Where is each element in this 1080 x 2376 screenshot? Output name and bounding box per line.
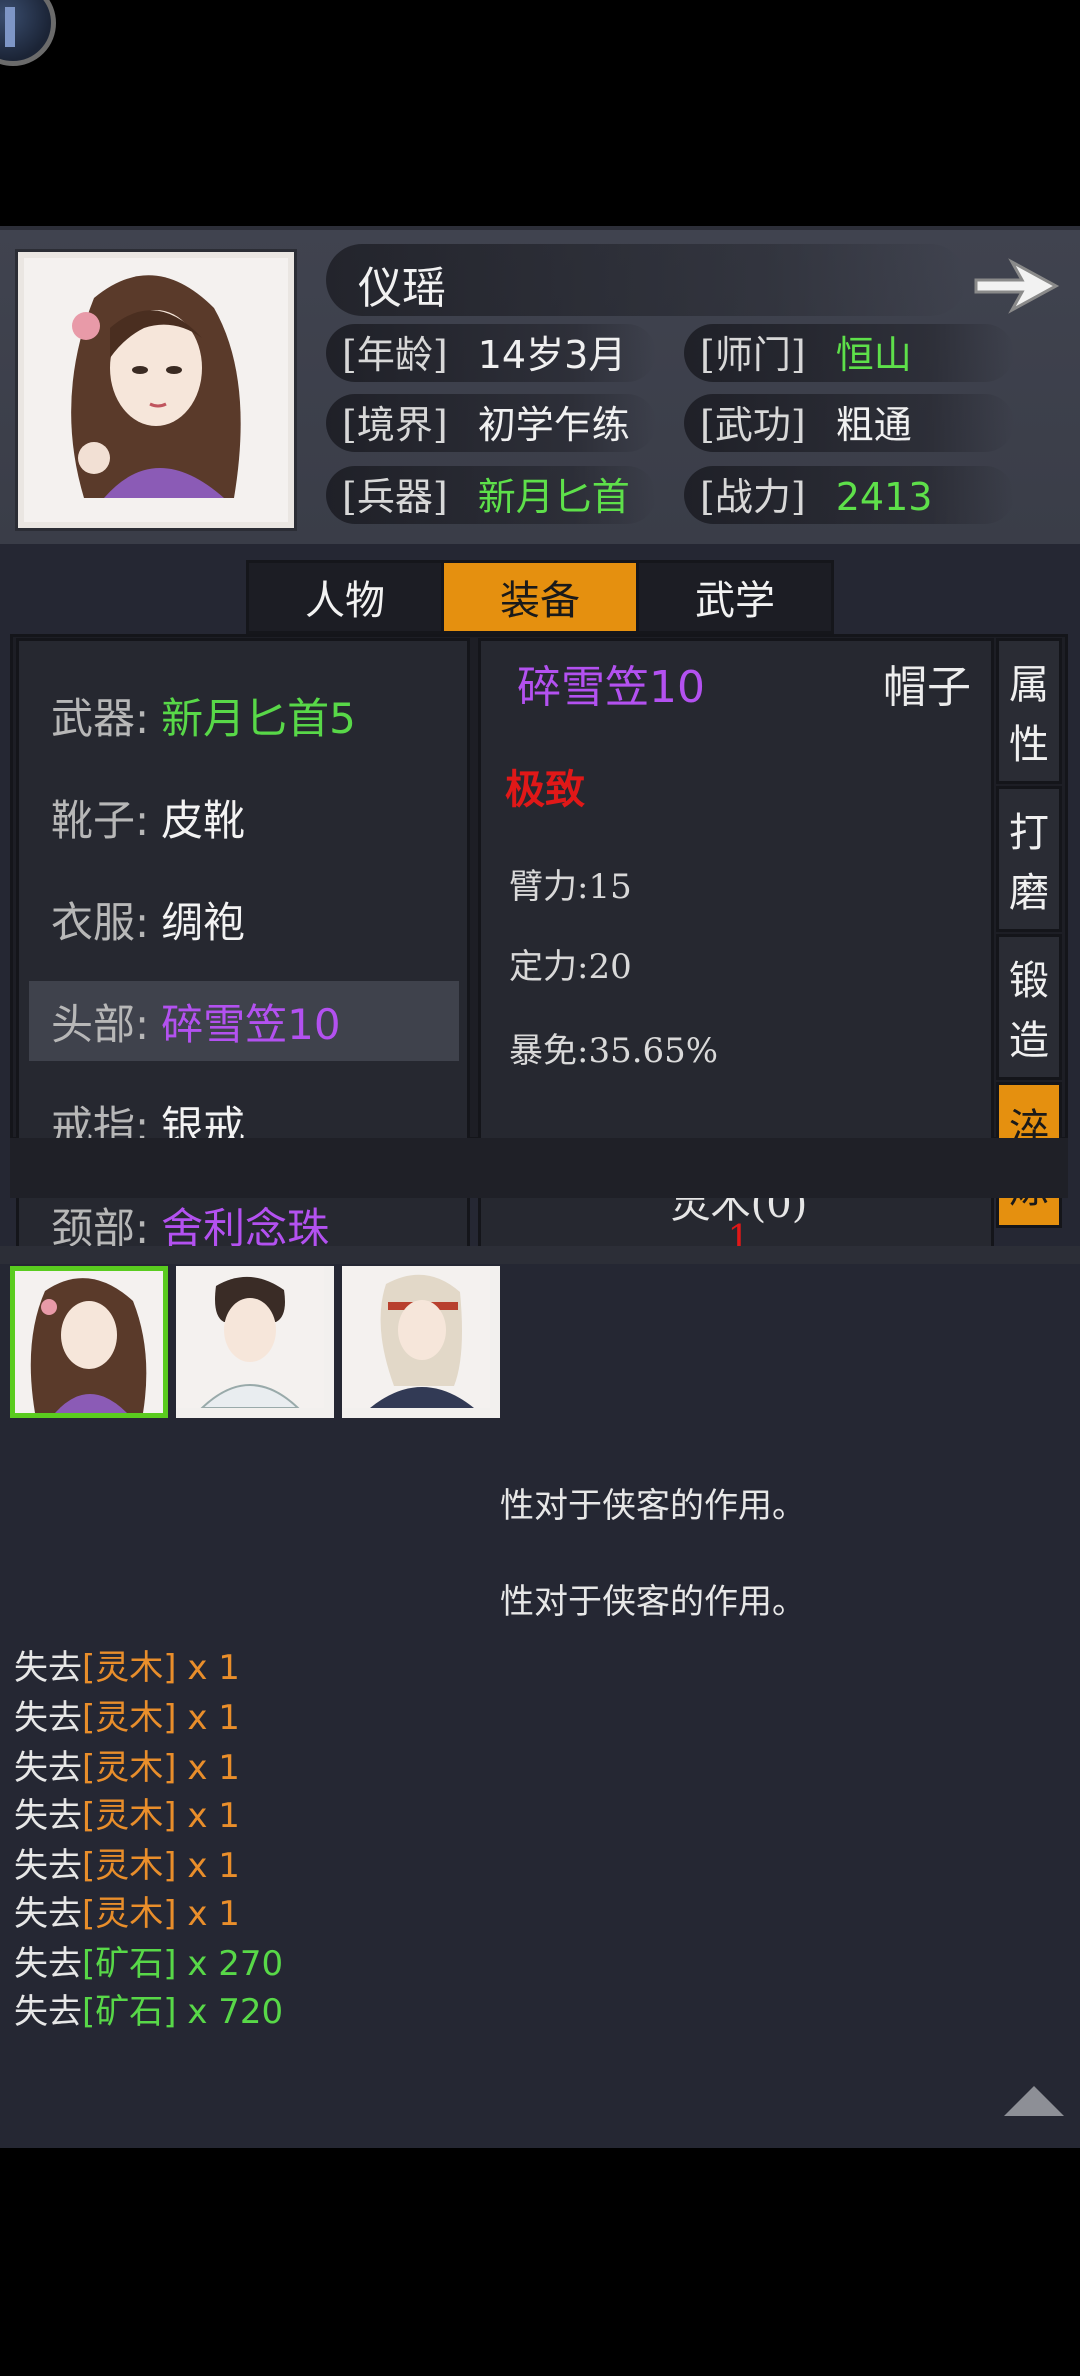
info-row-sect: [师门] 恒山	[700, 324, 912, 386]
age-label: [年龄]	[342, 333, 448, 377]
side-tab-attributes[interactable]: 属 性	[996, 638, 1062, 784]
character-portrait	[18, 252, 294, 528]
log-qty: x 1	[176, 1748, 240, 1788]
tab-equipment[interactable]: 装备	[444, 563, 639, 631]
sect-label: [师门]	[700, 333, 806, 377]
equip-row-boots[interactable]: 靴子: 皮靴	[29, 777, 459, 857]
sect-value: 恒山	[835, 333, 912, 377]
item-stat: 暴免:35.65%	[509, 1031, 719, 1071]
party-avatars	[10, 1266, 500, 1418]
log-prefix: 失去	[14, 1992, 82, 2032]
side-tab-polish[interactable]: 打 磨	[996, 786, 1062, 932]
equip-slot-label: 头部:	[51, 999, 150, 1049]
log-item: [矿石]	[82, 1944, 177, 1984]
tab-character[interactable]: 人物	[249, 563, 444, 631]
log-line: 失去[矿石] x 720	[14, 1984, 283, 2033]
equip-row-clothes[interactable]: 衣服: 绸袍	[29, 879, 459, 959]
log-prefix: 失去	[14, 1648, 82, 1688]
log-item: [灵木]	[82, 1698, 177, 1738]
log-line: 失去[灵木] x 1	[14, 1838, 240, 1887]
side-tab-char: 造	[1009, 1018, 1049, 1064]
character-header: 仪瑶 [年龄] 14岁3月 [师门] 恒山 [境界] 初学乍练 [武功] 粗通	[0, 226, 1080, 544]
menu-icon[interactable]	[0, 0, 56, 66]
log-prefix: 失去	[14, 1894, 82, 1934]
log-prefix: 失去	[14, 1944, 82, 1984]
divider	[10, 1138, 1068, 1198]
age-value: 14岁3月	[477, 333, 627, 377]
realm-value: 初学乍练	[477, 403, 630, 447]
log-qty: x 270	[176, 1944, 284, 1984]
log-line: 失去[灵木] x 1	[14, 1788, 240, 1837]
log-item: [灵木]	[82, 1648, 177, 1688]
weapon-value: 新月匕首	[477, 475, 630, 519]
info-row-weapon: [兵器] 新月匕首	[342, 466, 630, 528]
party-avatar-3[interactable]	[342, 1266, 500, 1418]
equip-slot-label: 衣服:	[51, 897, 150, 947]
log-line: 失去[灵木] x 1	[14, 1640, 240, 1689]
info-row-age: [年龄] 14岁3月	[342, 324, 626, 386]
equip-row-head[interactable]: 头部: 碎雪笠10	[29, 981, 459, 1061]
log-item: [矿石]	[82, 1992, 177, 2032]
weapon-label: [兵器]	[342, 475, 448, 519]
side-tab-char: 磨	[1009, 870, 1049, 916]
log-line: 失去[灵木] x 1	[14, 1740, 240, 1789]
log-item: [灵木]	[82, 1846, 177, 1886]
party-avatar-2[interactable]	[176, 1266, 334, 1418]
item-quality: 极致	[505, 766, 585, 813]
log-qty: x 720	[176, 1992, 284, 2032]
triangle-up-icon[interactable]	[1004, 2086, 1064, 2116]
party-avatar-1[interactable]	[10, 1266, 168, 1418]
equip-item-name: 碎雪笠10	[161, 999, 341, 1049]
equip-item-name: 绸袍	[161, 897, 246, 947]
log-prefix: 失去	[14, 1748, 82, 1788]
log-line: 失去[矿石] x 270	[14, 1936, 283, 1985]
log-qty: x 1	[176, 1698, 240, 1738]
side-tab-char: 性	[1009, 722, 1049, 768]
arrow-right-icon[interactable]	[970, 250, 1062, 322]
log-item: [灵木]	[82, 1748, 177, 1788]
info-row-kungfu: [武功] 粗通	[700, 394, 912, 456]
log-line: 失去[灵木] x 1	[14, 1886, 240, 1935]
tab-martial-arts[interactable]: 武学	[639, 563, 831, 631]
side-tab-char: 锻	[1009, 958, 1049, 1004]
item-type: 帽子	[883, 662, 971, 713]
equip-slot-label: 武器:	[51, 693, 150, 743]
equip-row-weapon[interactable]: 武器: 新月匕首5	[29, 675, 459, 755]
power-label: [战力]	[700, 475, 806, 519]
power-value: 2413	[835, 475, 933, 519]
log-qty: x 1	[176, 1796, 240, 1836]
realm-label: [境界]	[342, 403, 448, 447]
log-qty: x 1	[176, 1648, 240, 1688]
log-qty: x 1	[176, 1894, 240, 1934]
info-row-realm: [境界] 初学乍练	[342, 394, 630, 456]
item-stat: 臂力:15	[509, 867, 632, 907]
log-prefix: 失去	[14, 1796, 82, 1836]
kungfu-label: [武功]	[700, 403, 806, 447]
equip-slot-label: 靴子:	[51, 795, 150, 845]
log-partial-line: 性对于侠客的作用。	[500, 1486, 806, 1526]
main-tabs: 人物 装备 武学	[246, 560, 834, 634]
log-item: [灵木]	[82, 1894, 177, 1934]
side-tab-char: 打	[1009, 810, 1049, 856]
equip-item-name: 皮靴	[161, 795, 246, 845]
kungfu-value: 粗通	[835, 403, 912, 447]
log-line: 失去[灵木] x 1	[14, 1690, 240, 1739]
side-tab-forge[interactable]: 锻 造	[996, 934, 1062, 1080]
log-prefix: 失去	[14, 1698, 82, 1738]
item-name: 碎雪笠10	[517, 662, 705, 713]
log-partial-line: 性对于侠客的作用。	[500, 1582, 806, 1622]
equip-item-name: 新月匕首5	[161, 693, 356, 743]
log-item: [灵木]	[82, 1796, 177, 1836]
side-tab-char: 属	[1009, 662, 1049, 708]
log-prefix: 失去	[14, 1846, 82, 1886]
log-qty: x 1	[176, 1846, 240, 1886]
info-row-power: [战力] 2413	[700, 466, 932, 528]
character-name: 仪瑶	[358, 263, 446, 314]
item-stat: 定力:20	[509, 947, 632, 987]
